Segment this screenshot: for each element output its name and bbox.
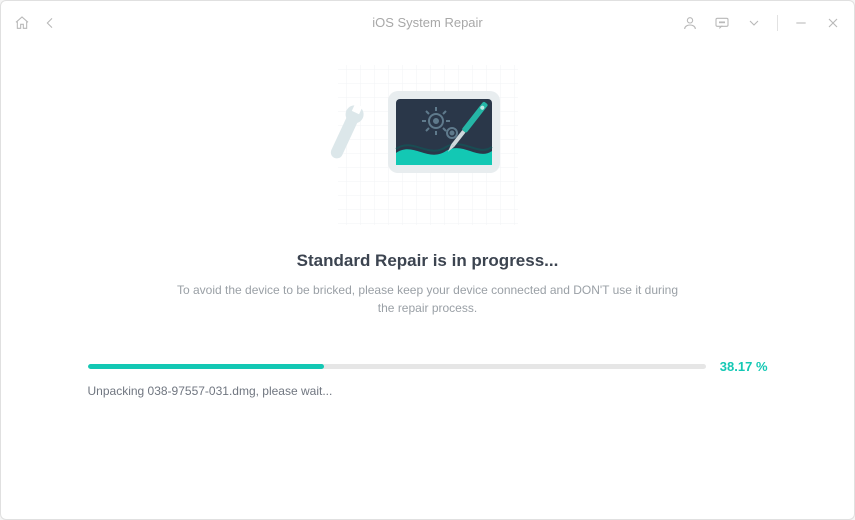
progress-track [88,364,706,369]
user-icon[interactable] [681,14,699,32]
progress-fill [88,364,324,369]
repair-illustration [318,55,538,235]
home-icon[interactable] [13,14,31,32]
progress-bar-row: 38.17 % [88,359,768,374]
titlebar-right [681,14,842,32]
progress-status-text: Unpacking 038-97557-031.dmg, please wait… [88,384,768,398]
progress-percent-label: 38.17 % [720,359,768,374]
content-area: Standard Repair is in progress... To avo… [1,45,854,519]
chevron-down-icon[interactable] [745,14,763,32]
progress-heading: Standard Repair is in progress... [297,251,559,271]
separator [777,15,778,31]
close-icon[interactable] [824,14,842,32]
titlebar-left [13,14,59,32]
titlebar: iOS System Repair [1,1,854,45]
app-window: iOS System Repair [0,0,855,520]
progress-subtext: To avoid the device to be bricked, pleas… [168,281,688,317]
minimize-icon[interactable] [792,14,810,32]
back-icon[interactable] [41,14,59,32]
feedback-icon[interactable] [713,14,731,32]
